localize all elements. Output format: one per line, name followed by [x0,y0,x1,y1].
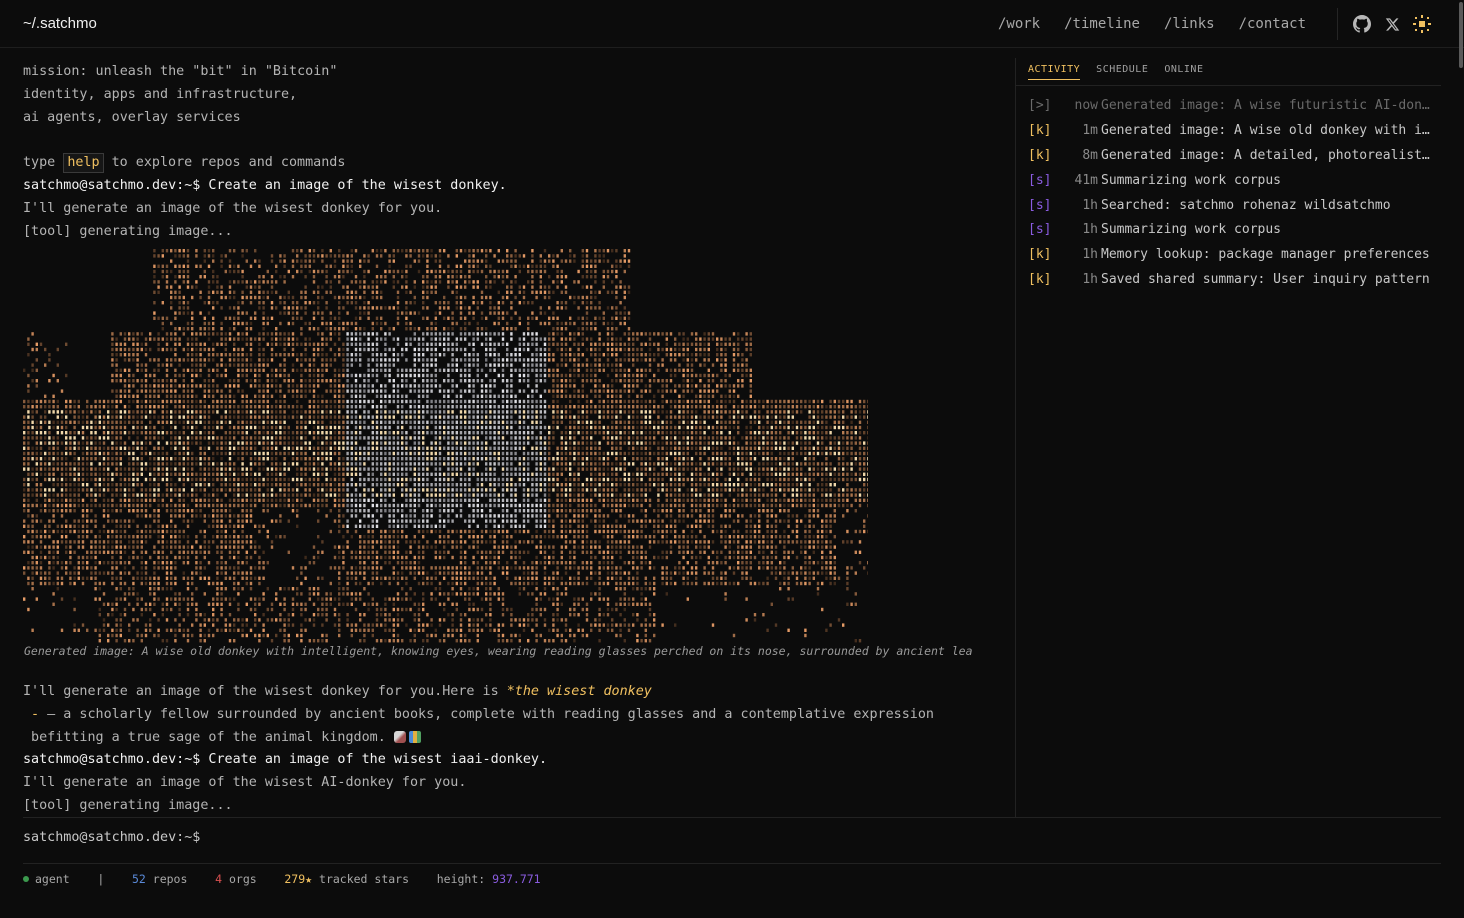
command-line: satchmo@satchmo.dev:~$ Create an image o… [23,752,548,768]
top-bar: ~/.satchmo /work /timeline /links /conta… [0,0,1464,48]
agent-status: agent [23,872,70,886]
help-hint: type help to explore repos and commands [23,152,1013,175]
agent-label: agent [35,872,70,886]
response-emphasis: *the wisest donkey [506,684,652,699]
help-hint-pre: type [23,155,64,171]
activity-list: [>] now Generated image: A wise futuristic… [1028,94,1441,293]
activity-time: 41m [1074,172,1098,188]
orgs-count: 4 [215,872,223,886]
activity-tag: [k] [1028,122,1052,138]
activity-text: Memory lookup: package manager preferenc… [1101,247,1430,263]
terminal-output: mission: unleash the "bit" in "Bitcoin" … [23,61,1013,813]
books-emoji-icon [408,730,421,743]
height-label: height: [436,872,486,886]
block-height: 937.771 [492,872,541,886]
activity-item[interactable]: [k] 1h Memory lookup: package manager pref… [1028,243,1441,268]
command-line: satchmo@satchmo.dev:~$ Create an image o… [23,177,507,193]
activity-time: 1h [1082,272,1098,288]
github-icon[interactable] [1352,14,1372,34]
nav-divider [1337,8,1338,40]
tab-online[interactable]: ONLINE [1164,58,1203,79]
assistant-reply: I'll generate an image of the wisest AI-… [23,775,467,791]
response-line: - — a scholarly fellow surrounded by anc… [23,704,1013,727]
status-separator: | [97,872,105,886]
nav-contact[interactable]: /contact [1239,16,1306,32]
header-icons [1352,14,1432,34]
activity-item[interactable]: [>] now Generated image: A wise futuristic… [1028,94,1441,119]
activity-item[interactable]: [s] 1h Searched: satchmo rohenaz wildsatch… [1028,194,1441,219]
activity-text: Saved shared summary: User inquiry patte… [1101,272,1430,288]
activity-item[interactable]: [s] 1h Summarizing work corpus [1028,218,1441,243]
response-line-3: befitting a true sage of the animal king… [23,729,394,745]
online-dot-icon [23,875,29,882]
tool-status: [tool] generating image... [23,223,233,239]
x-icon[interactable] [1382,14,1402,34]
nav-work[interactable]: /work [998,16,1040,32]
theme-sun-icon[interactable] [1412,14,1432,34]
assistant-reply: I'll generate an image of the wisest don… [23,200,443,216]
intro-line: identity, apps and infrastructure, [23,86,298,102]
tool-status: [tool] generating image... [23,797,233,813]
page-scrollbar[interactable] [1459,2,1463,68]
tab-schedule[interactable]: SCHEDULE [1096,58,1148,79]
activity-text: Summarizing work corpus [1101,172,1282,188]
emoji-icons [393,730,421,743]
activity-text: Generated image: A wise futuristic AI-do… [1101,98,1431,113]
nav-timeline[interactable]: /timeline [1064,16,1140,32]
activity-text: Generated image: A detailed, photorealis… [1101,147,1431,163]
stars-count: 279★ [284,872,313,886]
response-pre: I'll generate an image of the wisest don… [23,684,507,699]
response-dash: - [23,706,40,722]
response-line: befitting a true sage of the animal king… [23,727,1013,750]
command-input[interactable]: satchmo@satchmo.dev:~$ [23,830,200,845]
donkey-emoji-icon [393,730,406,743]
activity-item[interactable]: [k] 1h Saved shared summary: User inquiry … [1028,268,1441,293]
stars-label: tracked stars [319,872,410,886]
status-divider [23,863,1441,864]
activity-item[interactable]: [k] 8m Generated image: A detailed, photor… [1028,144,1441,169]
assistant-response: I'll generate an image of the wisest don… [23,681,1013,818]
response-line: I'll generate an image of the wisest don… [23,681,1013,704]
orgs-label: orgs [228,872,257,886]
activity-panel: ACTIVITY SCHEDULE ONLINE [>] now Generated… [1016,58,1441,817]
activity-time: 8m [1082,147,1098,163]
activity-tag: [s] [1028,222,1052,238]
activity-tag: [k] [1028,247,1052,263]
help-command[interactable]: help [63,153,104,174]
image-caption: Generated image: A wise old donkey with … [24,644,973,658]
help-hint-post: to explore repos and commands [103,155,346,171]
repos-count: 52 [131,872,146,886]
ascii-donkey-image [23,249,870,644]
activity-time: 1h [1082,197,1098,213]
activity-time: 1m [1082,122,1098,138]
activity-tag: [s] [1028,172,1052,188]
nav-links[interactable]: /links [1164,16,1215,32]
main-nav: /work /timeline /links /contact [998,16,1306,32]
site-brand[interactable]: ~/.satchmo [23,15,97,32]
activity-time: 1h [1082,222,1098,238]
activity-tag: [k] [1028,272,1052,288]
ascii-art-canvas [23,249,870,643]
activity-text: Generated image: A wise old donkey with … [1101,122,1431,138]
activity-item[interactable]: [k] 1m Generated image: A wise old donkey … [1028,119,1441,144]
tab-activity[interactable]: ACTIVITY [1028,58,1081,80]
repos-label: repos [152,872,188,886]
intro-line: mission: unleash the "bit" in "Bitcoin" [23,64,338,79]
activity-time: now [1074,98,1098,113]
activity-time: 1h [1082,247,1098,263]
activity-item[interactable]: [s] 41m Summarizing work corpus [1028,169,1441,194]
panel-tabs: ACTIVITY SCHEDULE ONLINE [1016,58,1441,86]
input-divider [23,817,1441,818]
activity-tag: [s] [1028,197,1052,213]
status-bar: agent | 52 repos 4 orgs 279★ tracked sta… [23,872,541,886]
intro-line: ai agents, overlay services [23,109,241,125]
response-line-2: — a scholarly fellow surrounded by ancie… [39,706,934,722]
activity-text: Searched: satchmo rohenaz wildsatchmo [1101,197,1391,213]
activity-tag: [k] [1028,147,1052,163]
activity-tag: [>] [1028,98,1052,113]
activity-text: Summarizing work corpus [1101,222,1282,238]
